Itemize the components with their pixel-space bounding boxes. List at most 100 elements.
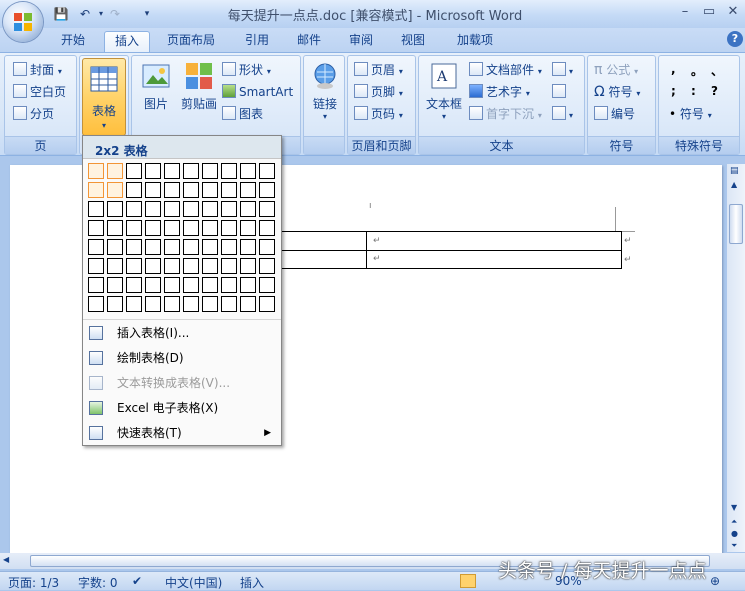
grid-cell[interactable]: [164, 258, 180, 274]
language-indicator[interactable]: 中文(中国): [165, 574, 222, 591]
grid-cell[interactable]: [240, 220, 256, 236]
insert-mode[interactable]: 插入: [240, 574, 264, 591]
special-symbol-button[interactable]: • 符号 ▾: [669, 104, 712, 124]
grid-cell[interactable]: [145, 182, 161, 198]
chart-button[interactable]: 图表: [222, 104, 263, 124]
table-cell[interactable]: ↵: [366, 250, 622, 269]
picture-button[interactable]: 图片: [136, 60, 176, 112]
textbox-button[interactable]: A 文本框 ▾: [423, 60, 465, 121]
grid-cell[interactable]: [107, 296, 123, 312]
grid-cell[interactable]: [145, 201, 161, 217]
menu-item-draw-table[interactable]: 绘制表格(D): [83, 346, 281, 370]
menu-item-insert-table[interactable]: 插入表格(I)...: [83, 321, 281, 345]
close-button[interactable]: ✕: [721, 3, 745, 21]
proofing-icon[interactable]: ✔: [132, 574, 142, 588]
grid-cell[interactable]: [145, 277, 161, 293]
tab-references[interactable]: 引用: [236, 31, 278, 52]
grid-cell[interactable]: [202, 277, 218, 293]
grid-cell[interactable]: [259, 182, 275, 198]
customize-qat-icon[interactable]: ▾: [138, 5, 156, 23]
next-page-icon[interactable]: ⏷: [731, 541, 737, 551]
menu-item-quick-tables[interactable]: 快速表格(T) ▶: [83, 421, 281, 445]
smartart-button[interactable]: SmartArt: [222, 82, 293, 102]
page-break-button[interactable]: 分页: [13, 104, 54, 124]
grid-cell[interactable]: [259, 220, 275, 236]
grid-cell[interactable]: [164, 201, 180, 217]
tab-addins[interactable]: 加载项: [444, 31, 506, 52]
grid-cell[interactable]: [240, 182, 256, 198]
grid-cell[interactable]: [126, 163, 142, 179]
grid-cell[interactable]: [107, 220, 123, 236]
grid-cell[interactable]: [221, 201, 237, 217]
grid-cell[interactable]: [164, 182, 180, 198]
clipart-button[interactable]: 剪贴画: [178, 60, 220, 112]
grid-cell[interactable]: [183, 220, 199, 236]
table-cell[interactable]: ↵: [366, 231, 622, 251]
symbol-question[interactable]: ?: [711, 84, 718, 98]
grid-cell[interactable]: [221, 182, 237, 198]
grid-cell[interactable]: [183, 201, 199, 217]
tab-mailings[interactable]: 邮件: [288, 31, 330, 52]
grid-cell[interactable]: [88, 163, 104, 179]
cover-page-button[interactable]: 封面 ▾: [13, 60, 62, 80]
symbol-period[interactable]: 。: [691, 62, 703, 79]
grid-cell[interactable]: [126, 220, 142, 236]
grid-cell[interactable]: [221, 163, 237, 179]
grid-cell[interactable]: [145, 163, 161, 179]
grid-cell[interactable]: [107, 201, 123, 217]
table-button[interactable]: 表格 ▾: [82, 58, 126, 136]
scroll-thumb[interactable]: [729, 204, 743, 244]
grid-cell[interactable]: [107, 182, 123, 198]
grid-cell[interactable]: [88, 182, 104, 198]
minimize-button[interactable]: –: [673, 3, 697, 21]
object-button[interactable]: ▾: [552, 104, 573, 124]
blank-page-button[interactable]: 空白页: [13, 82, 66, 102]
grid-cell[interactable]: [183, 258, 199, 274]
grid-cell[interactable]: [259, 239, 275, 255]
page-indicator[interactable]: 页面: 1/3: [8, 574, 59, 591]
grid-cell[interactable]: [88, 201, 104, 217]
grid-cell[interactable]: [202, 220, 218, 236]
grid-cell[interactable]: [202, 239, 218, 255]
scroll-up-icon[interactable]: ▲: [731, 180, 737, 189]
grid-cell[interactable]: [240, 201, 256, 217]
vertical-scrollbar[interactable]: ▤ ▲ ▼ ⏶ ● ⏷: [727, 164, 745, 552]
grid-cell[interactable]: [259, 277, 275, 293]
shapes-button[interactable]: 形状 ▾: [222, 60, 271, 80]
menu-item-convert-text[interactable]: 文本转换成表格(V)...: [83, 371, 281, 395]
grid-cell[interactable]: [202, 201, 218, 217]
grid-cell[interactable]: [88, 220, 104, 236]
grid-cell[interactable]: [145, 220, 161, 236]
grid-cell[interactable]: [221, 220, 237, 236]
word-count[interactable]: 字数: 0: [78, 574, 118, 591]
grid-cell[interactable]: [107, 277, 123, 293]
grid-cell[interactable]: [126, 239, 142, 255]
grid-cell[interactable]: [164, 277, 180, 293]
grid-cell[interactable]: [259, 296, 275, 312]
grid-cell[interactable]: [164, 296, 180, 312]
grid-cell[interactable]: [221, 296, 237, 312]
grid-cell[interactable]: [126, 258, 142, 274]
grid-cell[interactable]: [88, 277, 104, 293]
grid-cell[interactable]: [183, 182, 199, 198]
symbol-enum-comma[interactable]: 、: [711, 62, 723, 79]
prev-page-icon[interactable]: ⏶: [731, 517, 737, 527]
grid-cell[interactable]: [240, 239, 256, 255]
grid-cell[interactable]: [202, 296, 218, 312]
grid-cell[interactable]: [145, 258, 161, 274]
footer-button[interactable]: 页脚 ▾: [354, 82, 403, 102]
grid-cell[interactable]: [145, 239, 161, 255]
quick-parts-button[interactable]: 文档部件 ▾: [469, 60, 542, 80]
wordart-button[interactable]: 艺术字 ▾: [469, 82, 530, 102]
grid-cell[interactable]: [221, 239, 237, 255]
grid-cell[interactable]: [183, 277, 199, 293]
page-number-button[interactable]: 页码 ▾: [354, 104, 403, 124]
grid-cell[interactable]: [126, 296, 142, 312]
links-button[interactable]: 链接 ▾: [307, 60, 343, 121]
grid-cell[interactable]: [107, 239, 123, 255]
scroll-down-icon[interactable]: ▼: [731, 503, 737, 512]
numbering-button[interactable]: 编号: [594, 104, 635, 124]
print-layout-icon[interactable]: [460, 574, 476, 588]
grid-cell[interactable]: [183, 296, 199, 312]
grid-cell[interactable]: [259, 258, 275, 274]
